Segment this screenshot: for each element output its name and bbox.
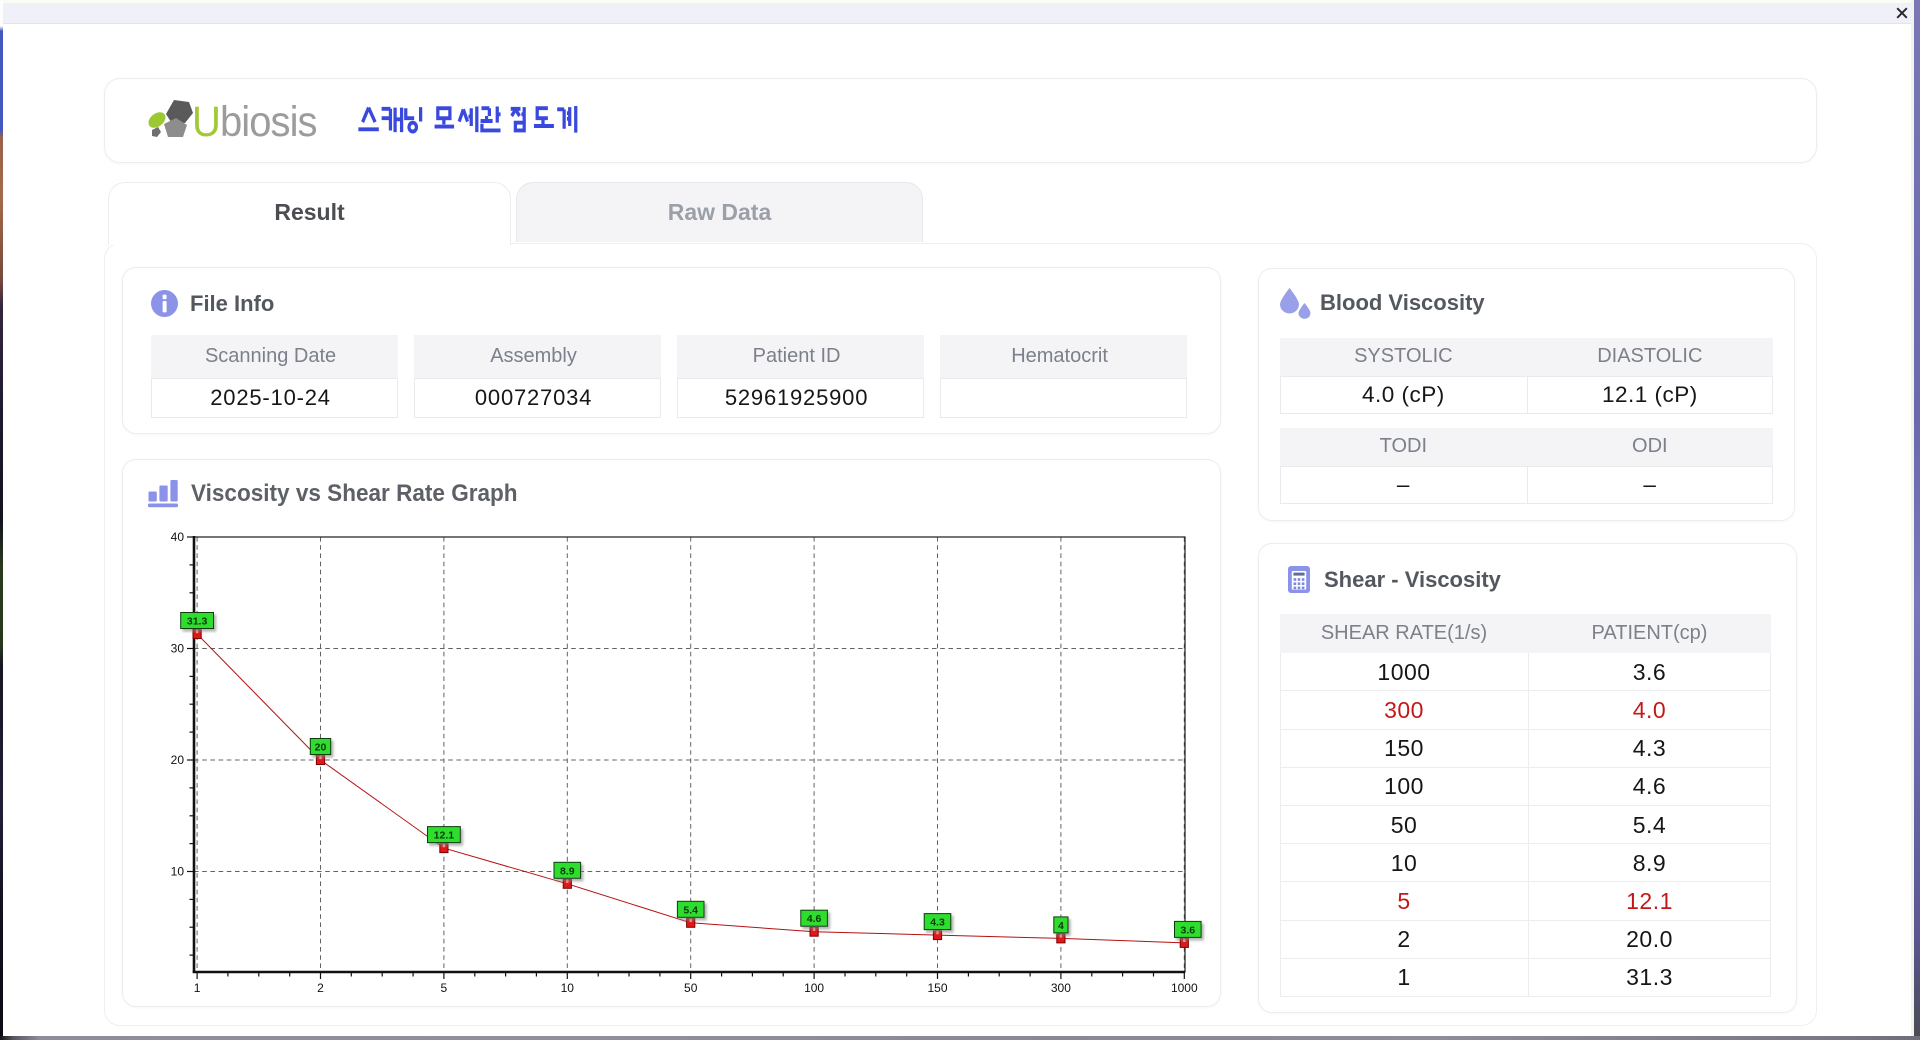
svg-text:100: 100: [804, 981, 824, 995]
svg-text:8.9: 8.9: [560, 865, 575, 877]
svg-text:20: 20: [315, 742, 327, 754]
svg-text:4.6: 4.6: [807, 913, 822, 925]
svg-text:2: 2: [317, 981, 324, 995]
svg-text:50: 50: [684, 981, 698, 995]
svg-text:40: 40: [171, 530, 185, 544]
svg-text:3.6: 3.6: [1180, 924, 1195, 936]
svg-text:300: 300: [1051, 981, 1071, 995]
svg-text:1000: 1000: [1171, 981, 1198, 995]
svg-text:1: 1: [194, 981, 201, 995]
svg-text:5: 5: [441, 981, 448, 995]
svg-text:5.4: 5.4: [683, 904, 698, 916]
svg-text:20: 20: [171, 753, 185, 767]
svg-text:4.3: 4.3: [930, 917, 945, 929]
svg-text:10: 10: [171, 865, 185, 879]
svg-text:31.3: 31.3: [187, 616, 208, 628]
svg-text:10: 10: [561, 981, 575, 995]
svg-text:30: 30: [171, 642, 185, 656]
svg-text:150: 150: [927, 981, 947, 995]
svg-text:4: 4: [1058, 920, 1064, 932]
svg-text:12.1: 12.1: [434, 830, 455, 842]
